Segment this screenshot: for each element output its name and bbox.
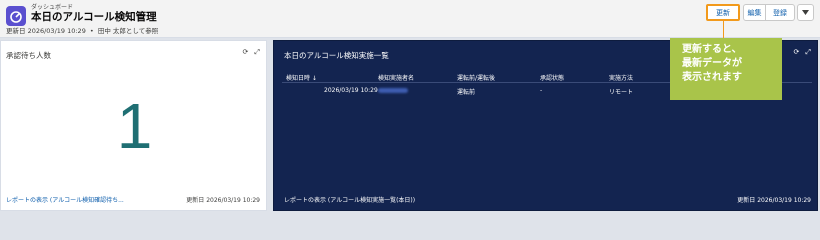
cell-timing: 運転前 <box>457 89 476 96</box>
cell-method: リモート <box>609 89 634 96</box>
header-meta: 更新日 2026/03/19 10:29 • 田中 太郎として参照 <box>6 25 158 35</box>
dashboard-header: ダッシュボード 本日のアルコール検知管理 更新日 2026/03/19 10:2… <box>0 0 820 38</box>
refresh-icon[interactable]: ⟳ <box>794 48 800 57</box>
edit-button[interactable]: 編集 <box>743 4 766 21</box>
dashboard-icon <box>6 6 26 26</box>
widget-updated-date: 更新日 2026/03/19 10:29 <box>186 197 260 204</box>
callout-text: 更新すると、 最新データが 表示されます <box>682 44 742 83</box>
widget-title: 本日のアルコール検知実施一覧 <box>284 51 389 60</box>
expand-icon[interactable]: ⤢ <box>254 48 260 57</box>
page-title: 本日のアルコール検知管理 <box>31 11 157 23</box>
refresh-button[interactable]: 更新 <box>706 4 740 21</box>
column-header[interactable]: 実施方法 <box>609 73 633 82</box>
view-report-link[interactable]: レポートの表示 (アルコール検知実施一覧(本日)) <box>284 195 415 204</box>
viewing-as: 田中 太郎として参照 <box>97 27 159 35</box>
widget-title: 承認待ち人数 <box>6 51 51 60</box>
cell-name-redacted <box>378 87 408 94</box>
callout-connector <box>723 21 724 38</box>
more-actions-button[interactable] <box>797 4 814 21</box>
column-header[interactable]: 検知実施者名 <box>378 73 414 82</box>
column-header[interactable]: 承認状態 <box>540 73 564 82</box>
expand-icon[interactable]: ⤢ <box>805 48 811 57</box>
widget-tools: ⟳ ⤢ <box>794 48 811 57</box>
metric-value: 1 <box>116 90 153 162</box>
pending-approvals-widget: 承認待ち人数 ⟳ ⤢ 1 レポートの表示 (アルコール検知確認待ち... 更新日… <box>0 40 267 211</box>
column-header[interactable]: 検知日時 ↓ <box>286 73 317 82</box>
annotation-callout: 更新すると、 最新データが 表示されます <box>670 38 782 100</box>
separator-dot: • <box>89 27 94 35</box>
updated-date: 更新日 2026/03/19 10:29 <box>6 27 86 35</box>
redacted-name <box>378 88 408 93</box>
widget-updated-date: 更新日 2026/03/19 10:29 <box>737 197 811 204</box>
view-report-link[interactable]: レポートの表示 (アルコール検知確認待ち... <box>6 195 124 204</box>
widget-tools: ⟳ ⤢ <box>243 48 260 57</box>
cell-date: 2026/03/19 10:29 <box>324 87 378 94</box>
cell-status: - <box>540 87 543 94</box>
column-header[interactable]: 運転前/運転後 <box>457 73 495 82</box>
refresh-icon[interactable]: ⟳ <box>243 48 249 57</box>
register-button[interactable]: 登録 <box>766 4 795 21</box>
chevron-down-icon <box>802 10 809 15</box>
